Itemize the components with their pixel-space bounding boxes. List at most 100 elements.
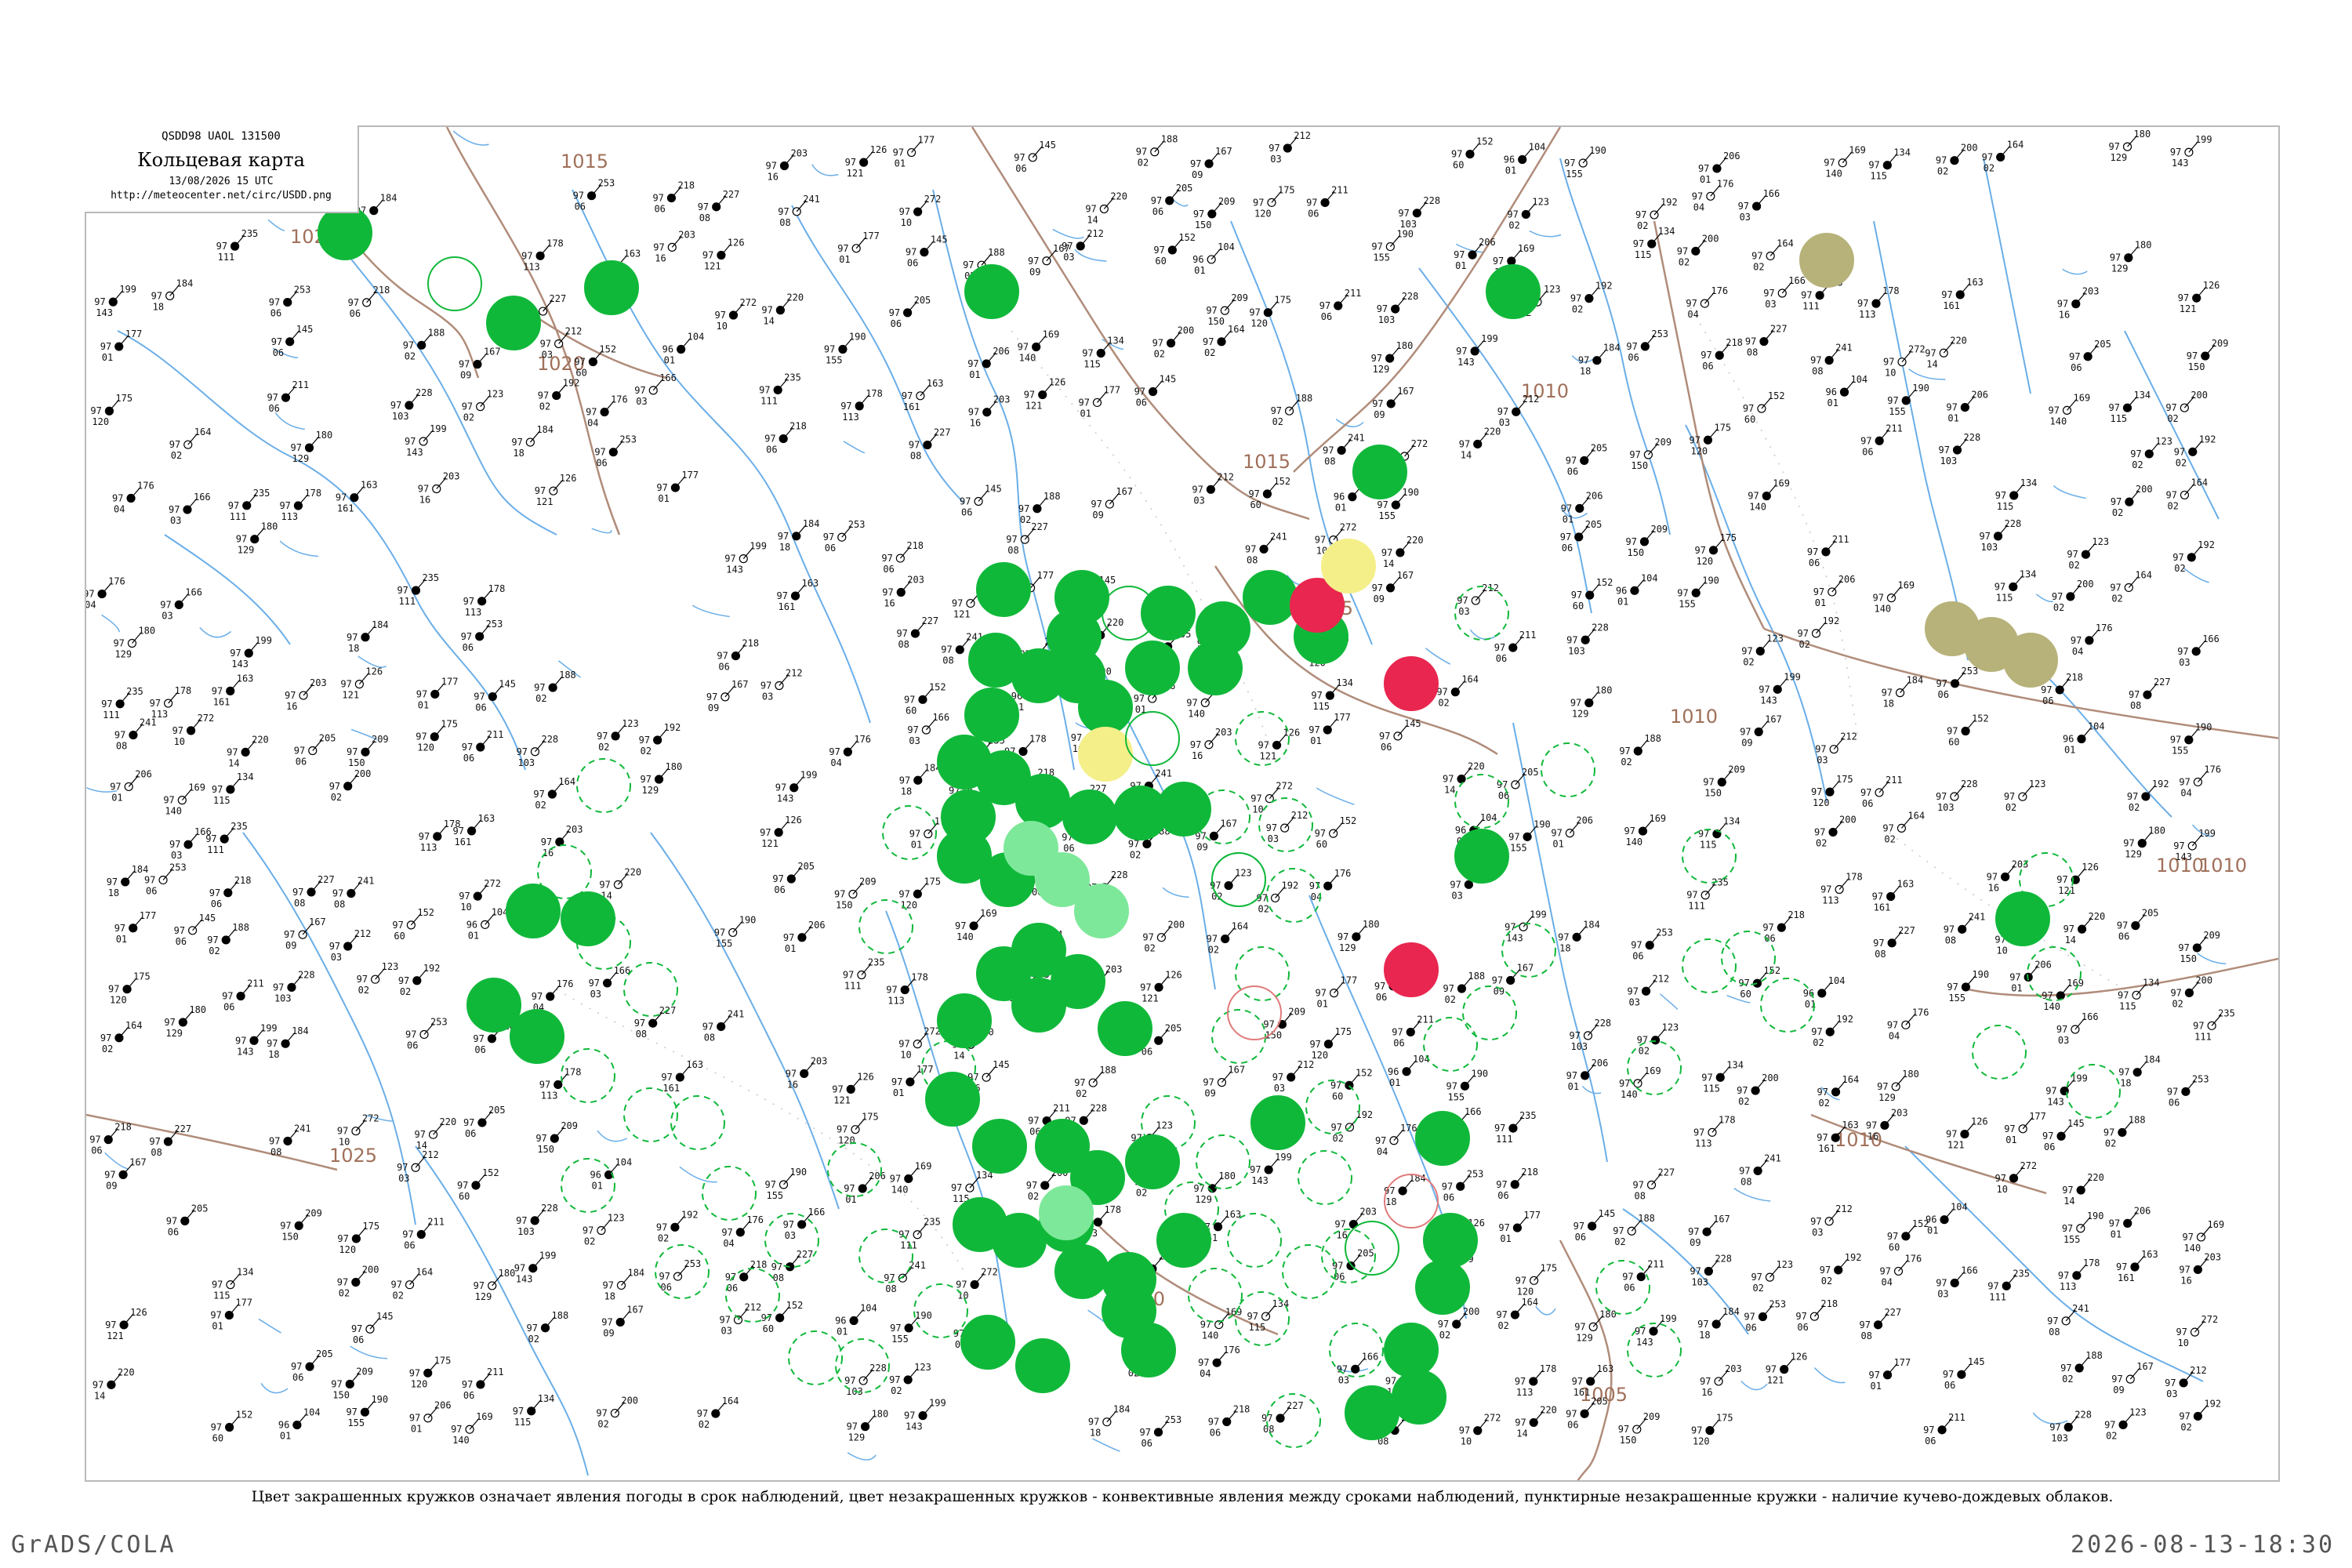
station-pressure: 200	[1762, 1073, 1779, 1083]
station-plot: 17897113	[2058, 1258, 2100, 1292]
station-dew: 16	[655, 252, 666, 263]
stream-50	[2035, 593, 2054, 603]
station-dew: 113	[541, 1090, 558, 1101]
station-dew: 06	[1063, 843, 1074, 854]
station-temp: 97	[112, 493, 123, 504]
station-temp: 97	[656, 482, 667, 493]
station-temp: 97	[909, 440, 920, 451]
station-temp: 97	[1323, 445, 1334, 456]
station-temp: 97	[462, 401, 473, 412]
station-dew: 02	[1204, 347, 1215, 358]
station-pressure: 211	[292, 379, 309, 390]
station-pressure: 175	[362, 1221, 379, 1232]
station-pressure: 188	[1638, 1213, 1655, 1224]
station-dew: 129	[1195, 1194, 1212, 1205]
station-pressure: 164	[194, 426, 212, 437]
station-pressure: 218	[1820, 1298, 1838, 1309]
station-plot: 1049601	[1825, 374, 1867, 408]
station-plot: 16997140	[2183, 1219, 2225, 1254]
station-temp: 97	[474, 691, 485, 702]
weather-map[interactable]: 1015102010201015101010051010101010251010…	[85, 125, 2280, 1482]
station-pressure: 175	[1714, 422, 1731, 433]
dust-circle-3	[2003, 633, 2058, 688]
station-plot: 1459706	[2042, 1118, 2085, 1152]
station-pressure: 227	[723, 189, 740, 200]
rain-circle-40	[992, 1213, 1047, 1268]
station-temp: 97	[890, 1323, 901, 1334]
station-plot: 18097129	[291, 430, 333, 464]
station-plot: 1669703	[1738, 188, 1780, 223]
station-plot: 16397161	[777, 578, 819, 612]
station-temp: 97	[1751, 250, 1762, 261]
station-temp: 97	[2187, 350, 2198, 361]
station-pressure: 203	[566, 824, 583, 835]
station-dew: 08	[1945, 935, 1956, 946]
station-plot: 20997150	[1206, 292, 1248, 327]
station-temp: 97	[1566, 634, 1577, 645]
station-plot: 2069701	[783, 920, 826, 954]
station-plot: 2129703	[1457, 583, 1499, 617]
station-pressure: 272	[1908, 344, 1926, 355]
station-dew: 111	[2194, 1031, 2212, 1042]
station-temp: 97	[1872, 593, 1883, 604]
station-dew: 60	[212, 1432, 223, 1443]
station-temp: 97	[2110, 252, 2121, 263]
station-pressure: 200	[2195, 975, 2212, 985]
station-plot: 20997150	[1193, 196, 1236, 230]
station-temp: 97	[1882, 688, 1893, 699]
station-dew: 120	[1693, 1436, 1710, 1447]
rain-circle-55	[1415, 1260, 1470, 1315]
station-dew: 18	[153, 301, 164, 312]
station-temp: 97	[834, 889, 845, 900]
isobar-label-8: 1025	[329, 1145, 377, 1167]
station-temp: 97	[1694, 545, 1705, 556]
station-dew: 10	[1461, 1436, 1472, 1447]
station-dew: 04	[830, 757, 841, 768]
station-dew: 161	[455, 837, 472, 848]
station-plot: 20997150	[2187, 338, 2229, 372]
station-dew: 06	[1575, 1232, 1586, 1243]
rain-circle-60	[1454, 829, 1509, 884]
station-pressure: 241	[2072, 1303, 2089, 1314]
station-dew: 01	[969, 369, 980, 380]
station-pressure: 227	[1287, 1400, 1304, 1411]
station-temp: 97	[724, 554, 735, 564]
station-temp: 97	[210, 1310, 221, 1321]
station-dew: 60	[1155, 256, 1166, 267]
station-dew: 10	[1252, 804, 1263, 815]
station-temp: 97	[294, 746, 305, 757]
station-pressure: 126	[2082, 862, 2099, 873]
station-pressure: 190	[1972, 969, 1989, 980]
station-pressure: 134	[1893, 147, 1911, 158]
station-temp: 97	[269, 1135, 280, 1146]
station-temp: 97	[952, 598, 963, 609]
station-dew: 113	[842, 412, 859, 423]
station-dew: 140	[956, 931, 974, 942]
station-pressure: 152	[1768, 390, 1785, 401]
station-plot: 1649702	[391, 1267, 434, 1301]
station-temp: 97	[163, 795, 174, 806]
station-temp: 97	[906, 247, 916, 258]
source-url[interactable]: http://meteocenter.net/circ/USDD.png	[85, 190, 358, 201]
station-temp: 97	[778, 531, 789, 542]
station-pressure: 126	[1971, 1116, 1988, 1127]
station-dew: 129	[2125, 849, 2142, 860]
station-dew: 14	[1444, 785, 1455, 796]
station-dew: 02	[2167, 500, 2178, 511]
station-pressure: 199	[800, 770, 818, 781]
station-dew: 06	[661, 1282, 672, 1293]
station-temp: 97	[2004, 791, 2015, 802]
station-pressure: 192	[2198, 539, 2215, 550]
station-temp: 97	[1208, 1417, 1219, 1428]
station-temp: 97	[882, 587, 893, 598]
station-temp: 97	[1887, 1019, 1898, 1030]
station-pressure: 192	[563, 378, 580, 389]
station-plot: 2189706	[89, 1122, 132, 1156]
station-dew: 140	[1749, 502, 1766, 513]
station-pressure: 190	[371, 1394, 388, 1405]
station-temp: 97	[453, 826, 464, 837]
station-dew: 111	[398, 596, 416, 607]
station-pressure: 220	[1107, 617, 1124, 628]
station-dew: 129	[1878, 1092, 1896, 1103]
station-temp: 97	[2179, 776, 2190, 787]
